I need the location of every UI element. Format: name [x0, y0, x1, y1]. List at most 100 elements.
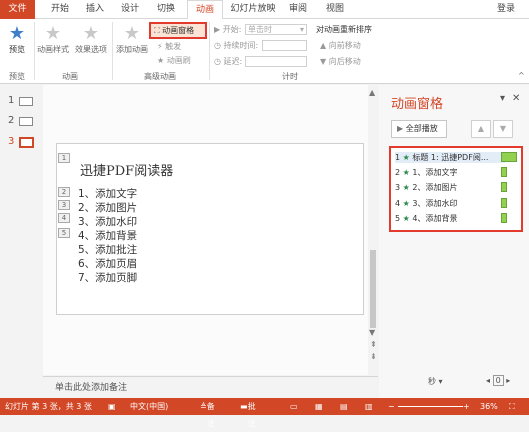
animation-styles-button[interactable]: ★ 动画样式 — [37, 24, 69, 55]
move-up-button[interactable]: ▲ — [471, 120, 491, 138]
effect-options-star-icon: ★ — [82, 23, 100, 44]
effect-options-button[interactable]: ★ 效果选项 — [73, 24, 109, 55]
trigger-button[interactable]: ⚡ 触发 — [157, 41, 181, 52]
add-animation-label: 添加动画 — [116, 45, 148, 54]
slide-thumbnail-1[interactable] — [19, 97, 33, 106]
zoom-slider[interactable] — [398, 406, 463, 407]
timeline-bar — [501, 152, 517, 162]
tab-file[interactable]: 文件 — [0, 0, 35, 19]
previous-slide-icon[interactable]: ⇞ — [370, 340, 377, 349]
delay-label: ◷ 延迟: — [214, 57, 243, 66]
seconds-label[interactable]: 秒 ▾ — [428, 376, 443, 387]
tab-insert[interactable]: 插入 — [82, 0, 108, 19]
animation-tag[interactable]: 4 — [58, 213, 70, 223]
notes-label: 备注 — [206, 402, 215, 428]
tab-slideshow[interactable]: 幻灯片放映 — [228, 0, 278, 19]
effect-options-label: 效果选项 — [75, 45, 107, 54]
login-link[interactable]: 登录 — [497, 0, 515, 19]
bullet-item[interactable]: 2、添加图片 — [78, 200, 137, 215]
animation-styles-label: 动画样式 — [37, 45, 69, 54]
tab-view[interactable]: 视图 — [322, 0, 348, 19]
item-number: 3 — [395, 183, 401, 192]
start-select[interactable]: 单击时 ▾ — [245, 24, 307, 35]
tab-home[interactable]: 开始 — [47, 0, 73, 19]
pane-options-icon[interactable]: ▾ — [500, 93, 505, 104]
tab-animations[interactable]: 动画 — [187, 0, 223, 20]
zoom-level[interactable]: 36% — [480, 398, 498, 415]
next-slide-icon[interactable]: ⇟ — [370, 352, 377, 361]
notes-area[interactable]: 单击此处添加备注 — [43, 376, 378, 398]
item-label: 3、添加水印 — [412, 199, 458, 208]
bullet-item[interactable]: 5、添加批注 — [78, 242, 137, 257]
preview-button[interactable]: ★ 预览 — [4, 24, 30, 55]
bullet-item[interactable]: 1、添加文字 — [78, 186, 137, 201]
move-later-label: 向后移动 — [328, 57, 361, 66]
collapse-ribbon-icon[interactable]: ^ — [518, 71, 525, 80]
notes-toggle[interactable]: ≜ 备注 — [200, 398, 215, 428]
slide-sorter-icon[interactable]: ▦ — [315, 398, 323, 415]
normal-view-icon[interactable]: ▭ — [290, 398, 298, 415]
slide-thumbnails-panel — [0, 85, 43, 398]
slide-title[interactable]: 迅捷PDF阅读器 — [80, 160, 173, 179]
animation-pane-title: 动画窗格 — [391, 97, 444, 112]
move-earlier-button[interactable]: ▲ 向前移动 — [320, 40, 361, 51]
timeline-bar — [501, 213, 507, 223]
zoom-out-icon[interactable]: − — [388, 398, 395, 415]
thumb-number: 1 — [8, 95, 15, 106]
bullet-item[interactable]: 3、添加水印 — [78, 214, 137, 229]
scroll-down-icon[interactable]: ▼ — [369, 328, 375, 337]
duration-label: ◷ 持续时间: — [214, 41, 259, 50]
scroll-up-icon[interactable]: ▲ — [369, 88, 375, 97]
spellcheck-icon[interactable]: ▣ — [108, 398, 116, 415]
animation-list-item[interactable]: 3 ★ 2、添加图片 — [395, 182, 457, 193]
tab-transitions[interactable]: 切换 — [153, 0, 179, 19]
animation-tag[interactable]: 5 — [58, 228, 70, 238]
timeline-zoom[interactable]: ◂ 0 ▸ — [486, 375, 510, 386]
move-earlier-label: 向前移动 — [328, 41, 361, 50]
animation-tag[interactable]: 2 — [58, 187, 70, 197]
timeline-bar — [501, 198, 507, 208]
scrollbar-thumb[interactable] — [370, 250, 376, 328]
start-select-value: 单击时 — [248, 25, 272, 34]
tab-review[interactable]: 审阅 — [285, 0, 311, 19]
zoom-in-icon[interactable]: + — [463, 398, 470, 415]
play-all-label: 全部播放 — [405, 124, 438, 133]
bullet-item[interactable]: 7、添加页脚 — [78, 270, 137, 285]
animation-tag[interactable]: 3 — [58, 200, 70, 210]
bullet-item[interactable]: 6、添加页眉 — [78, 256, 137, 271]
animation-painter-button[interactable]: ★ 动画刷 — [157, 55, 191, 66]
add-animation-star-icon: ★ — [123, 23, 141, 44]
close-icon[interactable]: ✕ — [512, 93, 520, 104]
animation-pane-button[interactable]: ⛶ 动画窗格 — [149, 22, 207, 39]
animation-list-item[interactable]: 2 ★ 1、添加文字 — [395, 167, 457, 178]
item-label: 1、添加文字 — [412, 168, 458, 177]
slide-thumbnail-2[interactable] — [19, 117, 33, 126]
reading-view-icon[interactable]: ▤ — [340, 398, 348, 415]
seconds-text: 秒 — [428, 377, 436, 386]
up-arrow-icon: ▲ — [320, 41, 327, 50]
comments-label: 批注 — [247, 402, 256, 428]
animation-tag[interactable]: 1 — [58, 153, 70, 163]
zoom-value: 0 — [492, 375, 504, 386]
play-all-button[interactable]: ▶ 全部播放 — [391, 120, 447, 138]
slide-thumbnail-3[interactable] — [19, 137, 34, 148]
slideshow-icon[interactable]: ▥ — [365, 398, 373, 415]
fit-slide-icon[interactable]: ⛶ — [509, 398, 515, 415]
chevron-down-icon: ▾ — [299, 25, 304, 34]
delay-label-text: 延迟: — [223, 57, 243, 66]
animation-list-item[interactable]: 1 ★ 标题 1: 迅捷PDF阅... — [395, 152, 505, 163]
animation-list-item[interactable]: 5 ★ 4、添加背景 — [395, 213, 457, 224]
language-indicator[interactable]: 中文(中国) — [130, 398, 168, 415]
animation-style-star-icon: ★ — [44, 23, 62, 44]
animation-list-item[interactable]: 4 ★ 3、添加水印 — [395, 198, 457, 209]
delay-field[interactable] — [245, 56, 307, 67]
tab-design[interactable]: 设计 — [117, 0, 143, 19]
move-down-button[interactable]: ▼ — [493, 120, 513, 138]
move-later-button[interactable]: ▼ 向后移动 — [320, 56, 361, 67]
bullet-item[interactable]: 4、添加背景 — [78, 228, 137, 243]
duration-field[interactable] — [262, 40, 307, 51]
comments-toggle[interactable]: ▬ 批注 — [240, 398, 256, 428]
start-label: ▶ 开始: — [214, 25, 242, 34]
add-animation-button[interactable]: ★ 添加动画 — [115, 24, 149, 55]
animation-pane-icon: ⛶ — [154, 26, 163, 35]
